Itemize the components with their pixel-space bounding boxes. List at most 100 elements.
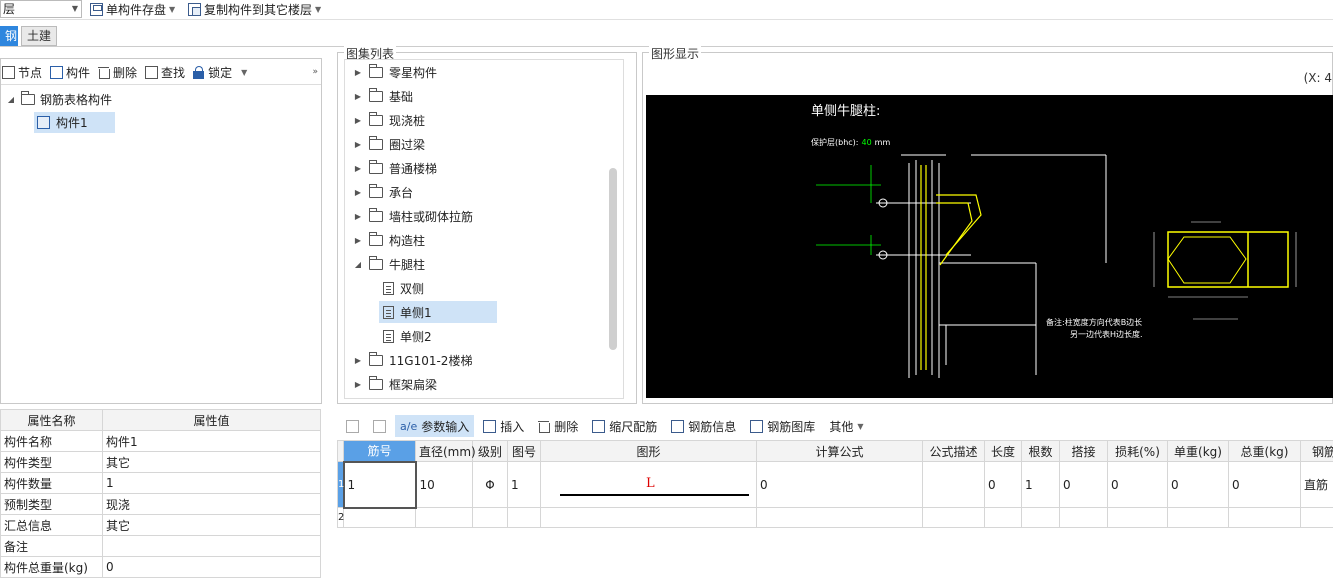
cell-total-weight[interactable] xyxy=(1229,508,1301,528)
table-row[interactable]: 构件数量1 xyxy=(1,473,321,494)
tree-root-node[interactable]: ◢ 钢筋表格构件 xyxy=(6,89,112,109)
column-header[interactable]: 总重(kg) xyxy=(1229,441,1301,462)
column-header[interactable]: 筋号 xyxy=(344,441,416,462)
expand-icon[interactable]: ▶ xyxy=(353,356,363,365)
cell-length[interactable] xyxy=(985,508,1022,528)
expand-icon[interactable]: ▶ xyxy=(353,188,363,197)
atlas-item[interactable]: ▶构造柱 xyxy=(345,228,623,252)
atlas-item[interactable]: ▶11G101-2楼梯 xyxy=(345,348,623,372)
prop-value[interactable]: 现浇 xyxy=(103,494,321,515)
prop-value[interactable]: 其它 xyxy=(103,515,321,536)
atlas-item[interactable]: ▶框架扁梁 xyxy=(345,372,623,396)
node-button[interactable]: 节点 xyxy=(2,64,42,81)
column-header[interactable]: 公式描述 xyxy=(923,441,985,462)
delete-row-button[interactable]: 删除 xyxy=(533,415,583,437)
atlas-subitem-selected[interactable]: 单侧1 xyxy=(345,300,623,324)
chevron-down-icon[interactable]: ▼ xyxy=(241,68,247,77)
table-row[interactable]: 预制类型现浇 xyxy=(1,494,321,515)
cell-unit-weight[interactable] xyxy=(1168,508,1229,528)
param-input-button[interactable]: a/e参数输入 xyxy=(395,415,474,437)
table-row[interactable]: 2 xyxy=(338,508,1333,528)
column-header[interactable]: 搭接 xyxy=(1060,441,1108,462)
cell-length[interactable]: 0 xyxy=(985,462,1022,508)
move-up-button[interactable] xyxy=(341,415,364,437)
atlas-item[interactable]: ▶基础 xyxy=(345,84,623,108)
cell-rebar-type[interactable]: 直筋 xyxy=(1301,462,1333,508)
atlas-item[interactable]: ▶圈过梁 xyxy=(345,132,623,156)
prop-value[interactable]: 1 xyxy=(103,473,321,494)
lock-button[interactable]: 锁定▼ xyxy=(193,64,247,81)
expand-icon[interactable]: ▶ xyxy=(353,380,363,389)
column-header[interactable]: 直径(mm) xyxy=(416,441,473,462)
atlas-item[interactable]: ▶零星构件 xyxy=(345,60,623,84)
find-button[interactable]: 查找 xyxy=(145,64,185,81)
cell-lap[interactable]: 0 xyxy=(1060,462,1108,508)
tree-item-component1[interactable]: 构件1 xyxy=(34,112,115,133)
expand-icon[interactable]: ▶ xyxy=(353,68,363,77)
rebar-library-button[interactable]: 钢筋图库 xyxy=(745,415,820,437)
insert-button[interactable]: 插入 xyxy=(478,415,529,437)
collapse-icon[interactable]: ◢ xyxy=(353,260,363,269)
cell-bar-number[interactable]: 1 xyxy=(344,462,416,508)
cell-lap[interactable] xyxy=(1060,508,1108,528)
table-row[interactable]: 构件名称构件1 xyxy=(1,431,321,452)
overflow-icon[interactable]: » xyxy=(312,67,318,77)
cell-rebar-type[interactable] xyxy=(1301,508,1333,528)
save-component-button[interactable]: 单构件存盘 ▼ xyxy=(86,0,179,18)
column-header[interactable]: 损耗(%) xyxy=(1108,441,1168,462)
atlas-item[interactable]: ▶墙柱或砌体拉筋 xyxy=(345,204,623,228)
cell-formula-desc[interactable] xyxy=(923,462,985,508)
atlas-subitem[interactable]: 单侧2 xyxy=(345,324,623,348)
table-row[interactable]: 备注 xyxy=(1,536,321,557)
column-header[interactable]: 长度 xyxy=(985,441,1022,462)
column-header[interactable]: 级别 xyxy=(473,441,508,462)
atlas-item[interactable]: ▶承台 xyxy=(345,180,623,204)
scrollbar-thumb[interactable] xyxy=(609,168,617,350)
delete-component-button[interactable]: 删除 xyxy=(98,64,137,81)
column-header[interactable]: 根数 xyxy=(1022,441,1060,462)
floor-select[interactable]: 层 ▼ xyxy=(0,0,82,18)
cell-grade[interactable]: Φ xyxy=(473,462,508,508)
prop-value[interactable]: 构件1 xyxy=(103,431,321,452)
expand-icon[interactable]: ▶ xyxy=(353,140,363,149)
expand-icon[interactable]: ◢ xyxy=(6,95,16,104)
cell-shape-number[interactable]: 1 xyxy=(508,462,541,508)
tab-civil[interactable]: 土建 xyxy=(21,26,57,46)
rebar-info-button[interactable]: 钢筋信息 xyxy=(666,415,741,437)
table-row[interactable]: 构件类型其它 xyxy=(1,452,321,473)
chevron-down-icon[interactable]: ▼ xyxy=(315,5,321,14)
column-header[interactable]: 单重(kg) xyxy=(1168,441,1229,462)
atlas-item[interactable]: ▶普通楼梯 xyxy=(345,156,623,180)
expand-icon[interactable]: ▶ xyxy=(353,92,363,101)
cell-unit-weight[interactable]: 0 xyxy=(1168,462,1229,508)
cell-formula-desc[interactable] xyxy=(923,508,985,528)
cell-diameter[interactable]: 10 xyxy=(416,462,473,508)
cell-total-weight[interactable]: 0 xyxy=(1229,462,1301,508)
expand-icon[interactable]: ▶ xyxy=(353,212,363,221)
atlas-subitem[interactable]: 双侧 xyxy=(345,276,623,300)
atlas-item-corbel-column[interactable]: ◢牛腿柱 xyxy=(345,252,623,276)
cell-loss[interactable]: 0 xyxy=(1108,462,1168,508)
cell-count[interactable]: 1 xyxy=(1022,462,1060,508)
tab-rebar[interactable]: 钢筋 xyxy=(0,26,18,46)
drawing-canvas[interactable]: 单侧牛腿柱: 保护层(bhc):40mm xyxy=(646,95,1333,398)
column-header[interactable]: 图号 xyxy=(508,441,541,462)
chevron-down-icon[interactable]: ▼ xyxy=(169,5,175,14)
move-down-button[interactable] xyxy=(368,415,391,437)
cell-shape-number[interactable] xyxy=(508,508,541,528)
cell-loss[interactable] xyxy=(1108,508,1168,528)
cell-grade[interactable] xyxy=(473,508,508,528)
table-row[interactable]: 1 1 10 Φ 1 L 0 0 1 0 0 0 0 直筋 xyxy=(338,462,1333,508)
prop-value[interactable] xyxy=(103,536,321,557)
cell-formula[interactable]: 0 xyxy=(757,462,923,508)
column-header[interactable]: 图形 xyxy=(541,441,757,462)
copy-to-floors-button[interactable]: 复制构件到其它楼层 ▼ xyxy=(184,0,325,18)
table-row[interactable]: 汇总信息其它 xyxy=(1,515,321,536)
cell-shape[interactable]: L xyxy=(541,462,757,508)
scale-rebar-button[interactable]: 缩尺配筋 xyxy=(587,415,662,437)
cell-formula[interactable] xyxy=(757,508,923,528)
cell-diameter[interactable] xyxy=(416,508,473,528)
prop-value[interactable]: 0 xyxy=(103,557,321,578)
atlas-item[interactable]: ▶现浇桩 xyxy=(345,108,623,132)
expand-icon[interactable]: ▶ xyxy=(353,236,363,245)
